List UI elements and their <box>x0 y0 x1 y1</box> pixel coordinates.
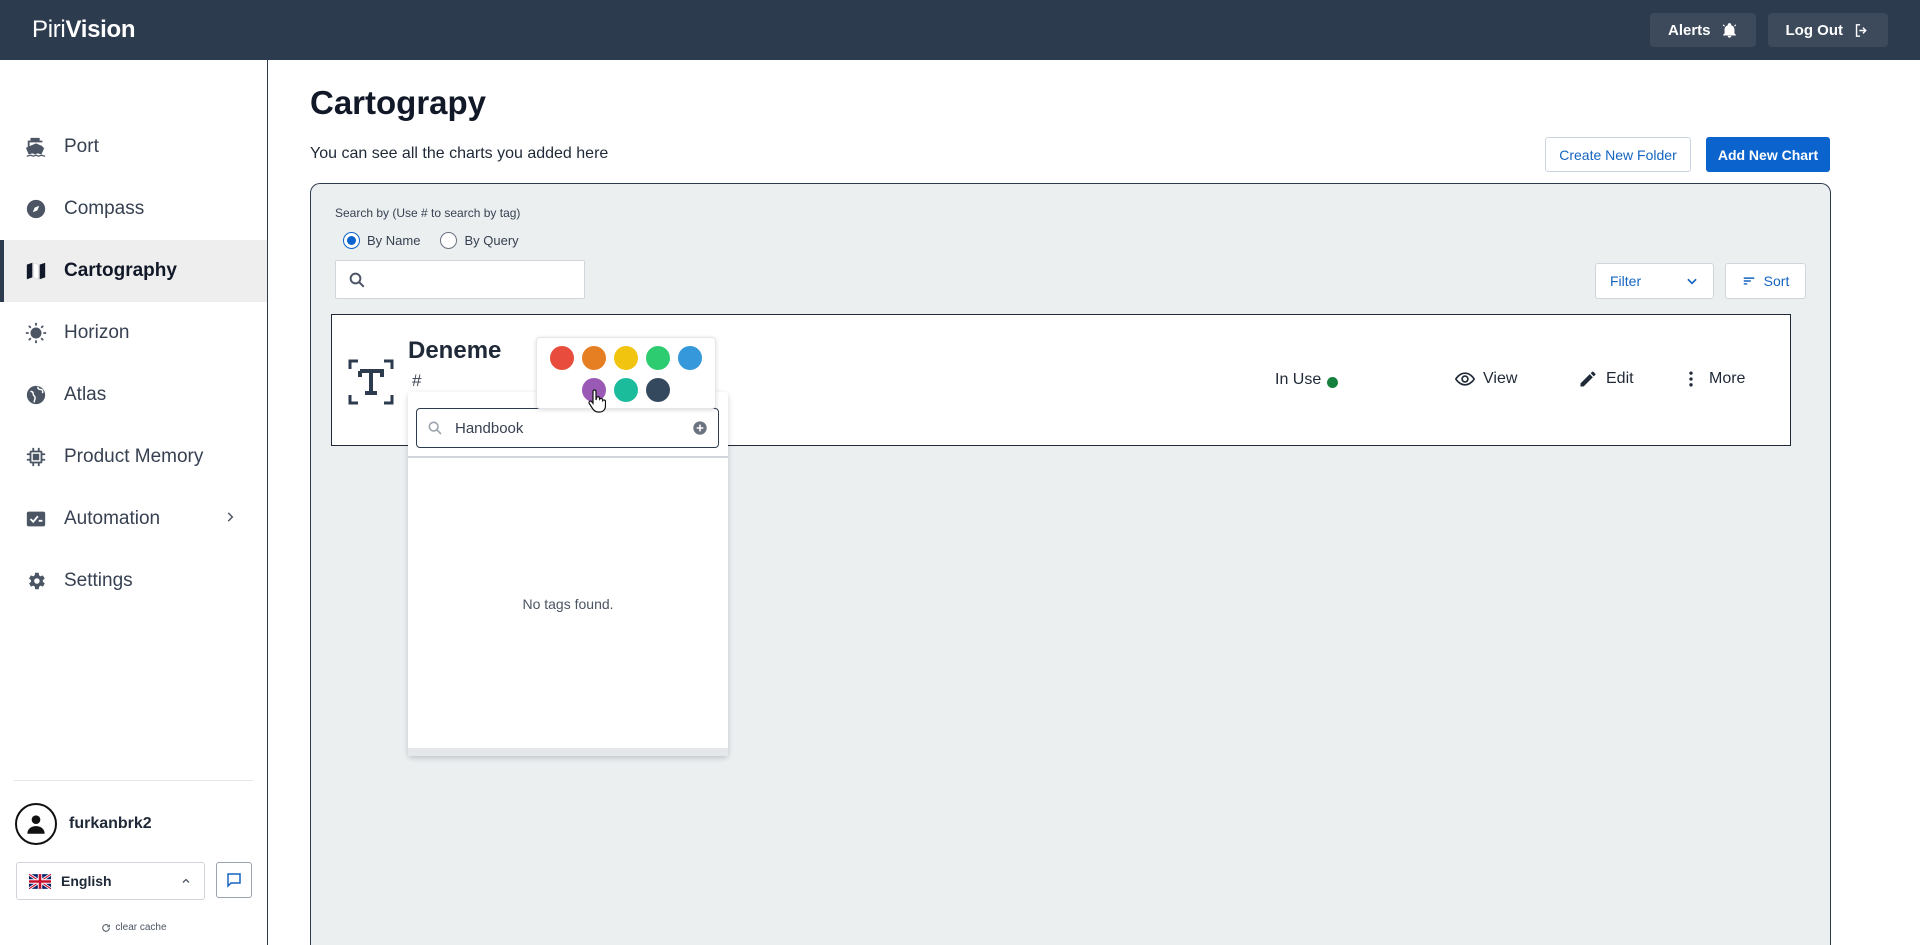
compass-icon <box>25 198 47 220</box>
page-subtitle: You can see all the charts you added her… <box>310 145 609 162</box>
chat-button[interactable] <box>216 862 252 898</box>
chip-icon <box>25 446 47 468</box>
sidebar-nav: Port Compass Cartography Horizon Atlas P… <box>0 116 267 612</box>
sidebar-item-compass[interactable]: Compass <box>0 178 267 240</box>
radio-by-name[interactable]: By Name <box>343 232 420 249</box>
header-actions: Alerts Log Out <box>1649 13 1888 47</box>
tag-popover: Handbook No tags found. <box>408 392 728 756</box>
create-folder-button[interactable]: Create New Folder <box>1545 137 1691 172</box>
sidebar-item-product-memory[interactable]: Product Memory <box>0 426 267 488</box>
app-logo[interactable]: PiriVision <box>32 16 136 44</box>
top-header: PiriVision Alerts Log Out <box>0 0 1920 60</box>
search-icon <box>349 272 365 287</box>
text-chart-icon <box>348 359 394 405</box>
popover-footer <box>408 748 728 756</box>
color-swatch-blue[interactable] <box>678 346 702 370</box>
color-swatch-teal[interactable] <box>614 378 638 402</box>
logout-button[interactable]: Log Out <box>1767 13 1888 47</box>
automation-icon <box>25 508 47 530</box>
user-profile[interactable]: furkanbrk2 <box>15 803 152 845</box>
username: furkanbrk2 <box>69 815 152 832</box>
add-chart-button[interactable]: Add New Chart <box>1706 137 1830 172</box>
sun-icon <box>25 322 47 344</box>
color-swatch-navy[interactable] <box>646 378 670 402</box>
avatar <box>15 803 57 845</box>
view-button[interactable]: View <box>1455 369 1517 389</box>
hand-cursor-icon <box>588 389 606 413</box>
search-by-label: Search by (Use # to search by tag) <box>335 206 521 220</box>
map-icon <box>25 260 47 282</box>
color-swatch-orange[interactable] <box>582 346 606 370</box>
logout-icon <box>1855 23 1867 37</box>
more-vertical-icon <box>1689 371 1693 387</box>
bell-icon <box>1722 22 1736 38</box>
clear-cache-link[interactable]: clear cache <box>0 922 268 933</box>
globe-icon <box>25 384 47 406</box>
search-mode-group: By Name By Query <box>343 232 519 249</box>
color-palette <box>536 337 716 409</box>
color-swatch-yellow[interactable] <box>614 346 638 370</box>
chevron-up-icon <box>182 878 190 883</box>
chat-icon <box>227 873 241 888</box>
search-icon <box>428 421 442 435</box>
user-divider <box>14 780 253 781</box>
status-dot <box>1327 376 1339 388</box>
language-select[interactable]: English <box>16 862 205 900</box>
page-title: Cartograpy <box>310 84 487 121</box>
color-swatch-green[interactable] <box>646 346 670 370</box>
sidebar-item-cartography[interactable]: Cartography <box>0 240 267 302</box>
user-icon <box>27 815 45 834</box>
pencil-icon <box>1580 371 1596 387</box>
sidebar-item-settings[interactable]: Settings <box>0 550 267 612</box>
ship-icon <box>25 136 47 158</box>
sort-icon <box>1743 277 1754 285</box>
sort-button[interactable]: Sort <box>1725 263 1806 299</box>
sidebar-item-atlas[interactable]: Atlas <box>0 364 267 426</box>
gear-icon <box>25 570 47 592</box>
sidebar-item-port[interactable]: Port <box>0 116 267 178</box>
filter-dropdown[interactable]: Filter <box>1595 263 1714 299</box>
sidebar-item-horizon[interactable]: Horizon <box>0 302 267 364</box>
add-circle-icon[interactable] <box>692 420 708 436</box>
uk-flag-icon <box>29 873 51 889</box>
status-badge: In Use <box>1275 371 1339 389</box>
sidebar-item-automation[interactable]: Automation <box>0 488 267 550</box>
chart-search-input[interactable] <box>335 260 585 299</box>
sidebar: Port Compass Cartography Horizon Atlas P… <box>0 60 268 945</box>
refresh-icon <box>102 923 111 932</box>
chevron-down-icon <box>1687 278 1697 285</box>
more-button[interactable]: More <box>1681 369 1745 389</box>
chart-title: Deneme <box>408 337 502 364</box>
tag-search-input[interactable]: Handbook <box>416 408 719 448</box>
add-tag-trigger[interactable]: # <box>412 371 421 391</box>
chevron-right-icon <box>227 512 234 522</box>
edit-button[interactable]: Edit <box>1578 369 1634 389</box>
empty-tags-message: No tags found. <box>522 596 614 612</box>
radio-by-query[interactable]: By Query <box>440 232 519 249</box>
radio-indicator <box>440 232 458 249</box>
eye-icon <box>1455 372 1475 386</box>
alerts-button[interactable]: Alerts <box>1649 13 1756 47</box>
radio-indicator <box>343 232 360 249</box>
tag-divider <box>408 456 728 458</box>
color-swatch-red[interactable] <box>550 346 574 370</box>
